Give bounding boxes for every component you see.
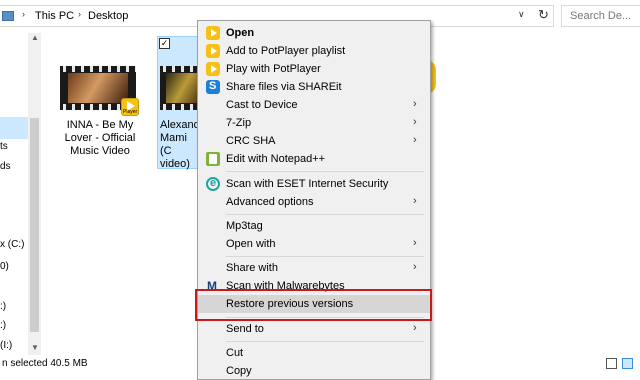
menu-item-label: Copy	[226, 365, 252, 377]
view-switcher	[604, 357, 640, 371]
menu-item-crc-sha[interactable]: CRC SHA ›	[198, 132, 430, 150]
potplayer-icon: Player	[121, 98, 139, 116]
nav-item[interactable]: (I:)	[0, 340, 12, 351]
shareit-icon	[206, 80, 220, 94]
potplayer-icon	[206, 26, 220, 40]
menu-separator	[226, 341, 424, 342]
menu-item-label: Play with PotPlayer	[226, 63, 321, 75]
menu-item-label: Share files via SHAREit	[226, 81, 342, 93]
menu-item-play-with-potplayer[interactable]: Play with PotPlayer	[198, 60, 430, 78]
scroll-down-icon[interactable]: ▼	[31, 343, 39, 352]
menu-item-label: Mp3tag	[226, 220, 263, 232]
chevron-right-icon: ›	[413, 195, 417, 207]
menu-item-copy[interactable]: Copy	[198, 362, 430, 380]
menu-separator	[226, 171, 424, 172]
chevron-right-icon: ›	[413, 116, 417, 128]
menu-separator	[226, 214, 424, 215]
menu-item-add-to-potplayer-playlist[interactable]: Add to PotPlayer playlist	[198, 42, 430, 60]
menu-item-share-with[interactable]: Share with ›	[198, 259, 430, 277]
film-perforation	[160, 104, 200, 110]
potplayer-icon	[206, 62, 220, 76]
status-text: n selected 40.5 MB	[2, 358, 88, 369]
menu-item-open-with[interactable]: Open with ›	[198, 235, 430, 253]
file-name: Alexand Mami (C video) #newsin	[160, 119, 200, 170]
nav-item[interactable]: :)	[0, 320, 6, 331]
breadcrumb-chevron-icon[interactable]: ›	[78, 9, 81, 19]
navigation-pane: ts ds x (C:) 0) :) :) (I:) ▲ ▼	[0, 33, 42, 355]
menu-item-label: Cut	[226, 347, 244, 359]
menu-item-7-zip[interactable]: 7-Zip ›	[198, 114, 430, 132]
menu-item-scan-with-eset[interactable]: Scan with ESET Internet Security	[198, 175, 430, 193]
film-perforation	[60, 66, 136, 72]
menu-item-share-via-shareit[interactable]: Share files via SHAREit	[198, 78, 430, 96]
menu-item-label: Open	[226, 27, 255, 39]
search-placeholder: Search De...	[570, 10, 632, 22]
menu-item-label: Share with	[226, 262, 278, 274]
video-frame	[68, 73, 128, 103]
menu-item-label: Edit with Notepad++	[226, 153, 326, 165]
nav-item[interactable]: ds	[0, 161, 11, 172]
chevron-down-icon[interactable]: ∨	[518, 9, 525, 20]
refresh-icon[interactable]: ↻	[538, 7, 549, 23]
breadcrumb-chevron-icon[interactable]: ›	[22, 9, 25, 19]
menu-item-label: Open with	[226, 238, 276, 250]
badge-label: Player	[123, 109, 138, 115]
menu-item-label: Scan with ESET Internet Security	[226, 178, 389, 190]
file-name: INNA - Be My Lover - Official Music Vide…	[64, 119, 136, 157]
nav-selected-item[interactable]	[0, 117, 28, 139]
menu-item-advanced-options[interactable]: Advanced options ›	[198, 193, 430, 211]
chevron-right-icon: ›	[413, 261, 417, 273]
potplayer-icon	[206, 44, 220, 58]
scroll-up-icon[interactable]: ▲	[31, 33, 39, 42]
menu-item-label: Send to	[226, 323, 264, 335]
nav-item[interactable]: :)	[0, 301, 6, 312]
nav-item[interactable]: ts	[0, 141, 8, 152]
chevron-right-icon: ›	[413, 98, 417, 110]
menu-item-open[interactable]: Open	[198, 24, 430, 42]
highlight-annotation	[195, 289, 432, 321]
chevron-right-icon: ›	[413, 134, 417, 146]
nav-scrollbar-thumb[interactable]	[30, 118, 39, 332]
menu-item-label: Add to PotPlayer playlist	[226, 45, 346, 57]
eset-icon	[206, 177, 220, 191]
chevron-right-icon: ›	[413, 322, 417, 334]
details-view-icon[interactable]	[606, 358, 617, 369]
menu-item-cast-to-device[interactable]: Cast to Device ›	[198, 96, 430, 114]
nav-item[interactable]: x (C:)	[0, 239, 24, 250]
video-frame	[166, 73, 200, 103]
breadcrumb-desktop[interactable]: Desktop	[88, 10, 128, 22]
menu-item-label: CRC SHA	[226, 135, 276, 147]
notepad-plus-plus-icon	[206, 152, 220, 166]
breadcrumb-this-pc[interactable]: This PC	[35, 10, 74, 22]
menu-item-label: Advanced options	[226, 196, 314, 208]
search-input[interactable]: Search De...	[561, 5, 640, 27]
context-menu: Open Add to PotPlayer playlist Play with…	[197, 20, 431, 380]
menu-item-label: 7-Zip	[226, 117, 252, 129]
menu-item-label: Cast to Device	[226, 99, 298, 111]
checkbox-icon[interactable]: ✓	[159, 38, 170, 49]
menu-separator	[226, 256, 424, 257]
menu-item-edit-with-notepad-plus-plus[interactable]: Edit with Notepad++	[198, 150, 430, 168]
nav-item[interactable]: 0)	[0, 261, 9, 272]
folder-icon	[2, 11, 14, 21]
menu-item-mp3tag[interactable]: Mp3tag	[198, 217, 430, 235]
video-thumbnail	[160, 66, 200, 110]
menu-item-send-to[interactable]: Send to ›	[198, 320, 430, 338]
large-icons-view-icon[interactable]	[622, 358, 633, 369]
film-perforation	[160, 66, 200, 72]
chevron-right-icon: ›	[413, 237, 417, 249]
menu-item-cut[interactable]: Cut	[198, 344, 430, 362]
